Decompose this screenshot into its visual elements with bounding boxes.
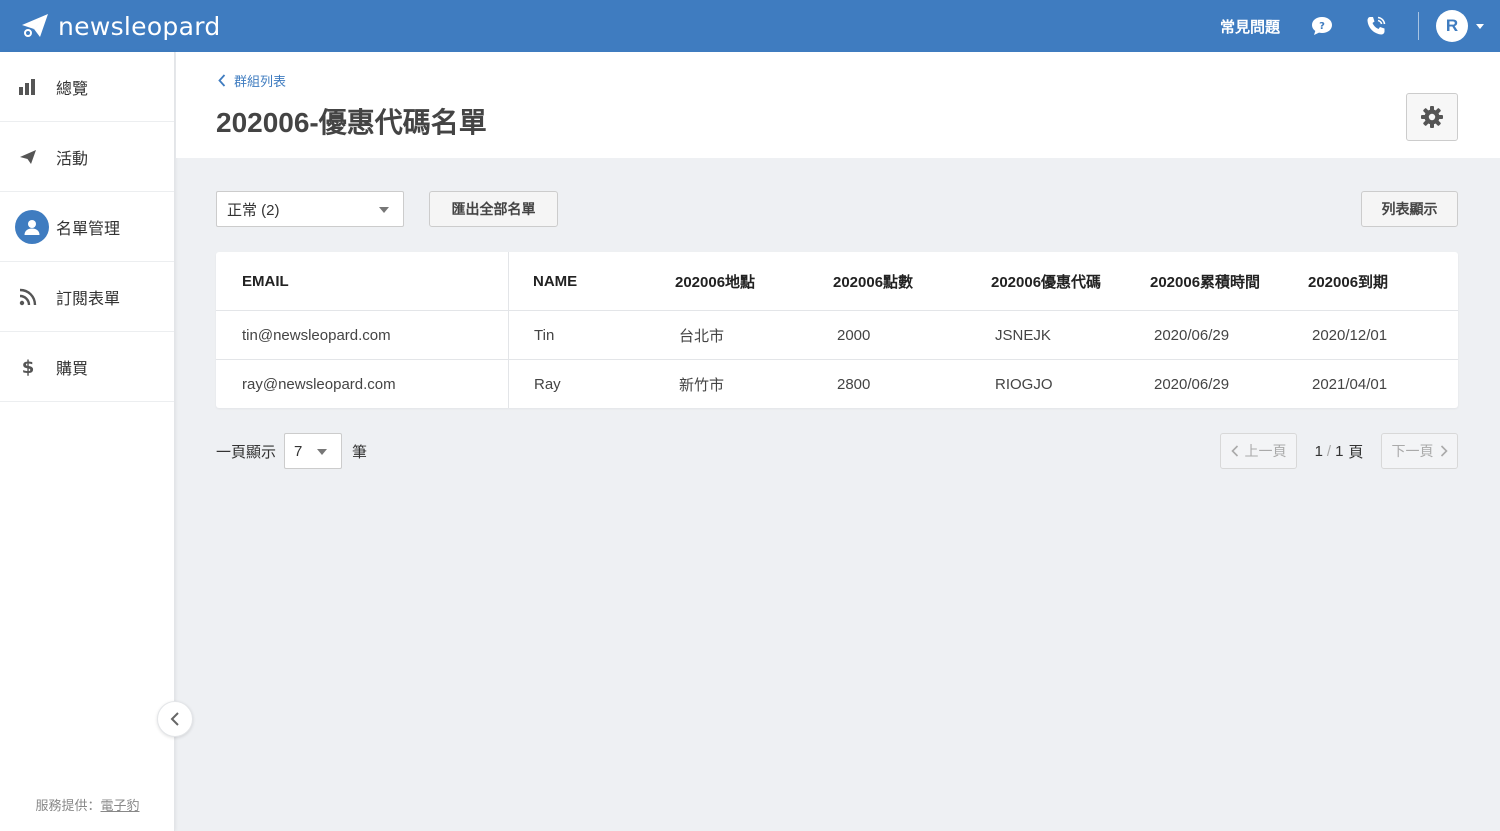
cell-expiry: 2020/12/01 (1312, 326, 1388, 344)
svg-text:$: $ (22, 357, 35, 377)
table-row[interactable]: ray@newsleopard.com Ray 新竹市 2800 RIOGJO … (216, 360, 1458, 408)
table-header-row: EMAIL NAME 202006地點 202006點數 202006優惠代碼 … (216, 252, 1458, 311)
next-page-label: 下一頁 (1391, 443, 1434, 459)
cell-name: Ray (534, 375, 561, 393)
footer-provider-link[interactable]: 電子豹 (101, 798, 140, 813)
sidebar-item-campaigns[interactable]: 活動 (0, 122, 174, 192)
sidebar-item-purchase[interactable]: $ 購買 (0, 332, 174, 402)
status-filter-value: 正常 (2) (227, 201, 280, 219)
per-page-suffix: 筆 (352, 443, 368, 461)
cell-points: 2000 (837, 326, 871, 344)
frozen-column-divider (508, 252, 509, 408)
sidebar-collapse-button[interactable] (157, 701, 193, 737)
breadcrumb-link[interactable]: 群組列表 (234, 71, 286, 90)
cell-name: Tin (534, 326, 555, 344)
user-avatar[interactable]: R (1436, 10, 1468, 42)
cell-email: tin@newsleopard.com (242, 326, 391, 344)
chevron-down-icon[interactable] (1476, 23, 1484, 29)
bar-chart-icon (0, 78, 56, 96)
sidebar-item-overview[interactable]: 總覽 (0, 52, 174, 122)
cell-coupon-code: JSNEJK (995, 326, 1051, 344)
cell-expiry: 2021/04/01 (1312, 375, 1388, 393)
settings-button[interactable] (1406, 93, 1458, 141)
chevron-left-icon (218, 74, 226, 87)
list-view-button[interactable]: 列表顯示 (1361, 191, 1458, 227)
chevron-left-icon (170, 712, 179, 726)
paper-plane-icon (0, 149, 56, 165)
per-page-control: 一頁顯示 7 筆 (216, 433, 367, 469)
current-page: 1 (1314, 442, 1323, 460)
export-all-button[interactable]: 匯出全部名單 (429, 191, 558, 227)
previous-page-label: 上一頁 (1244, 443, 1287, 459)
page-unit: 頁 (1348, 443, 1364, 461)
page-header: 群組列表 202006-優惠代碼名單 (176, 52, 1500, 158)
column-header-points[interactable]: 202006點數 (833, 252, 913, 310)
column-header-name[interactable]: NAME (533, 252, 577, 310)
chevron-down-icon (379, 207, 389, 213)
sidebar-item-label: 購買 (56, 360, 89, 378)
chevron-down-icon (317, 449, 328, 455)
sidebar-footer: 服務提供：電子豹 (0, 795, 175, 814)
chevron-left-icon (1230, 445, 1238, 457)
column-header-email[interactable]: EMAIL (242, 252, 289, 310)
phone-icon[interactable] (1364, 14, 1388, 38)
total-pages: 1 (1335, 442, 1344, 460)
previous-page-button[interactable]: 上一頁 (1220, 433, 1297, 469)
brand-logo[interactable]: newsleopard (0, 0, 221, 52)
column-header-coupon-code[interactable]: 202006優惠代碼 (991, 252, 1101, 310)
dollar-icon: $ (0, 357, 56, 377)
per-page-prefix: 一頁顯示 (216, 443, 277, 461)
sidebar-item-label: 活動 (56, 150, 89, 168)
sidebar: 總覽 活動 名單管理 訂閱表單 $ 購買 服務提供：電子豹 (0, 52, 175, 831)
brand-name: newsleopard (58, 11, 221, 41)
sidebar-item-label: 總覽 (56, 80, 89, 98)
top-bar: newsleopard 常見問題 ? R (0, 0, 1500, 52)
help-chat-icon[interactable]: ? (1310, 14, 1334, 38)
table-row[interactable]: tin@newsleopard.com Tin 台北市 2000 JSNEJK … (216, 311, 1458, 360)
cell-coupon-code: RIOGJO (995, 375, 1053, 393)
cell-location: 台北市 (679, 327, 725, 345)
sidebar-item-label: 訂閱表單 (56, 290, 121, 308)
cell-points: 2800 (837, 375, 871, 393)
footer-prefix: 服務提供： (35, 798, 101, 813)
page-separator: / (1326, 442, 1332, 460)
page-title: 202006-優惠代碼名單 (216, 107, 487, 138)
rss-icon (0, 288, 56, 306)
faq-link[interactable]: 常見問題 (1220, 16, 1280, 37)
breadcrumb[interactable]: 群組列表 (218, 71, 286, 90)
subscriber-table: EMAIL NAME 202006地點 202006點數 202006優惠代碼 … (216, 252, 1458, 408)
page-indicator: 1 / 1 頁 (1297, 433, 1381, 469)
status-filter-select[interactable]: 正常 (2) (216, 191, 404, 227)
chevron-right-icon (1440, 445, 1448, 457)
cell-location: 新竹市 (679, 376, 725, 394)
paper-plane-logo-icon (22, 14, 48, 37)
user-icon (0, 209, 56, 244)
sidebar-item-subscription-forms[interactable]: 訂閱表單 (0, 262, 174, 332)
column-header-location[interactable]: 202006地點 (675, 252, 755, 310)
gear-icon (1421, 106, 1443, 128)
column-header-accumulated-time[interactable]: 202006累積時間 (1150, 252, 1260, 310)
per-page-select[interactable]: 7 (284, 433, 343, 469)
column-header-expiry[interactable]: 202006到期 (1308, 252, 1388, 310)
sidebar-item-label: 名單管理 (56, 220, 121, 238)
svg-text:?: ? (1319, 21, 1325, 32)
cell-accumulated-time: 2020/06/29 (1154, 375, 1230, 393)
next-page-button[interactable]: 下一頁 (1381, 433, 1458, 469)
topbar-divider (1418, 12, 1419, 40)
sidebar-item-list-management[interactable]: 名單管理 (0, 192, 174, 262)
cell-email: ray@newsleopard.com (242, 375, 396, 393)
cell-accumulated-time: 2020/06/29 (1154, 326, 1230, 344)
per-page-value: 7 (294, 442, 303, 460)
